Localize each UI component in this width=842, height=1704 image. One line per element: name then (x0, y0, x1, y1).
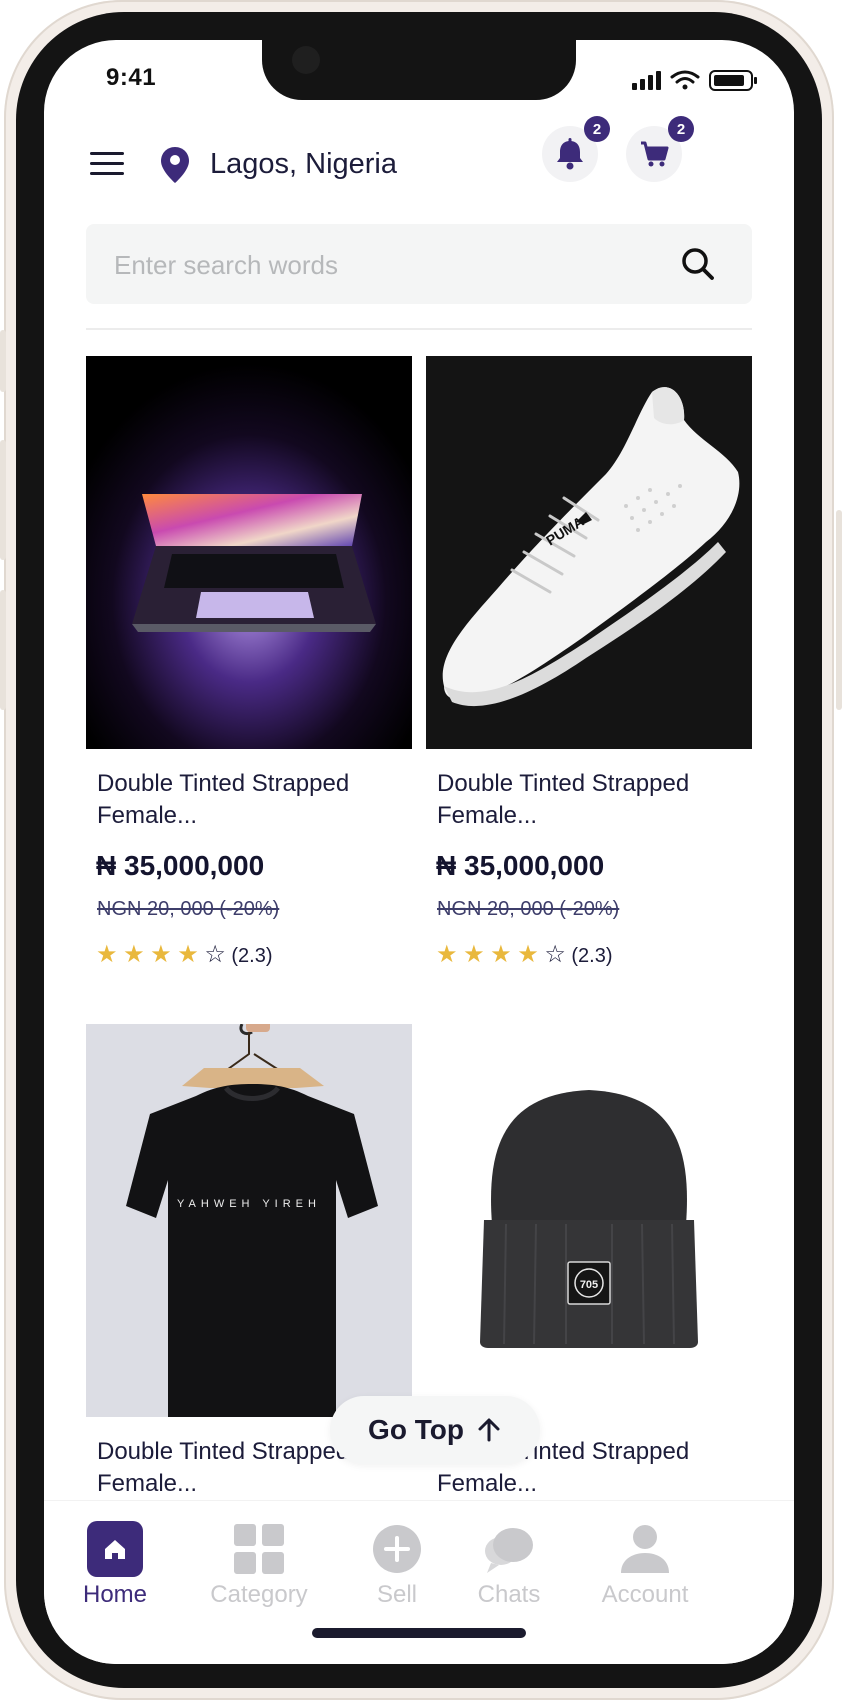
rating-text: (2.3) (571, 945, 613, 967)
product-rating: ★ ★ ★ ★ ☆ (2.3) (436, 940, 613, 969)
user-icon (621, 1525, 669, 1573)
rating-text: (2.3) (231, 945, 273, 967)
nav-label-sell: Sell (376, 1581, 418, 1608)
status-icons (632, 70, 757, 91)
product-card[interactable]: Double Tinted Strapped Female... ₦ 35,00… (86, 356, 412, 996)
star-filled-icon: ★ (436, 941, 458, 968)
beanie-patch-text: 705 (580, 1279, 598, 1291)
search-icon[interactable] (678, 244, 718, 284)
power-button (836, 510, 842, 710)
home-icon (87, 1521, 143, 1577)
home-indicator (312, 1628, 526, 1638)
bottom-nav: Home Category Sell Chats Account (44, 1500, 794, 1664)
nav-item-category[interactable]: Category (194, 1501, 324, 1611)
wifi-icon (670, 70, 700, 90)
star-filled-icon: ★ (123, 941, 145, 968)
location-label[interactable]: Lagos, Nigeria (210, 148, 397, 181)
nav-label-chats: Chats (477, 1581, 541, 1608)
product-rating: ★ ★ ★ ★ ☆ (2.3) (96, 940, 273, 969)
go-top-label: Go Top (368, 1414, 464, 1445)
volume-up-button (0, 440, 6, 560)
product-old-price: NGN 20, 000 (-20%) (97, 898, 280, 920)
hamburger-menu-icon[interactable] (90, 152, 124, 178)
product-old-price: NGN 20, 000 (-20%) (437, 898, 620, 920)
battery-icon (709, 70, 757, 91)
product-card[interactable]: PUMA Double Tinted Strapped Female... ₦ … (426, 356, 752, 996)
nav-item-account[interactable]: Account (580, 1501, 710, 1611)
product-title[interactable]: Double Tinted Strapped Female... (97, 768, 407, 832)
nav-label-category: Category (210, 1581, 308, 1608)
product-price: ₦ 35,000,000 (436, 850, 605, 881)
t-shirt-print-text: YAHWEH YIREH (177, 1198, 321, 1210)
star-filled-icon: ★ (96, 941, 118, 968)
product-price: ₦ 35,000,000 (96, 850, 265, 881)
search-bar (86, 224, 752, 306)
notifications-badge: 2 (584, 116, 610, 142)
status-time: 9:41 (106, 64, 157, 91)
notch (262, 40, 576, 100)
cart-badge: 2 (668, 116, 694, 142)
phone-screen: 9:41 Lagos, Nigeria 2 2 Enter search wor… (44, 40, 794, 1664)
star-empty-icon: ☆ (204, 941, 226, 968)
volume-down-button (0, 590, 6, 710)
star-filled-icon: ★ (177, 941, 199, 968)
product-image-laptop[interactable] (86, 356, 412, 749)
nav-label-account: Account (601, 1581, 689, 1608)
nav-item-sell[interactable]: Sell (332, 1501, 462, 1611)
product-image-t-shirt[interactable]: YAHWEH YIREH (86, 1024, 412, 1417)
location-pin-icon (161, 147, 189, 183)
nav-item-home[interactable]: Home (50, 1501, 180, 1611)
star-filled-icon: ★ (490, 941, 512, 968)
mute-switch (0, 330, 6, 392)
product-image-beanie[interactable]: 705 (426, 1024, 752, 1417)
nav-item-chats[interactable]: Chats (444, 1501, 574, 1611)
arrow-up-icon (478, 1418, 500, 1442)
camera-icon (292, 46, 320, 74)
star-filled-icon: ★ (463, 941, 485, 968)
header-divider (86, 328, 752, 330)
star-filled-icon: ★ (517, 941, 539, 968)
chat-bubbles-icon (485, 1528, 533, 1573)
go-top-button[interactable]: Go Top (330, 1396, 540, 1464)
star-filled-icon: ★ (150, 941, 172, 968)
product-image-sneaker[interactable]: PUMA (426, 356, 752, 749)
cellular-signal-icon (632, 71, 661, 90)
grid-icon (234, 1524, 284, 1574)
product-title[interactable]: Double Tinted Strapped Female... (437, 768, 747, 832)
search-input[interactable] (112, 224, 676, 306)
plus-circle-icon (373, 1525, 421, 1573)
star-empty-icon: ☆ (544, 941, 566, 968)
nav-label-home: Home (82, 1581, 148, 1608)
